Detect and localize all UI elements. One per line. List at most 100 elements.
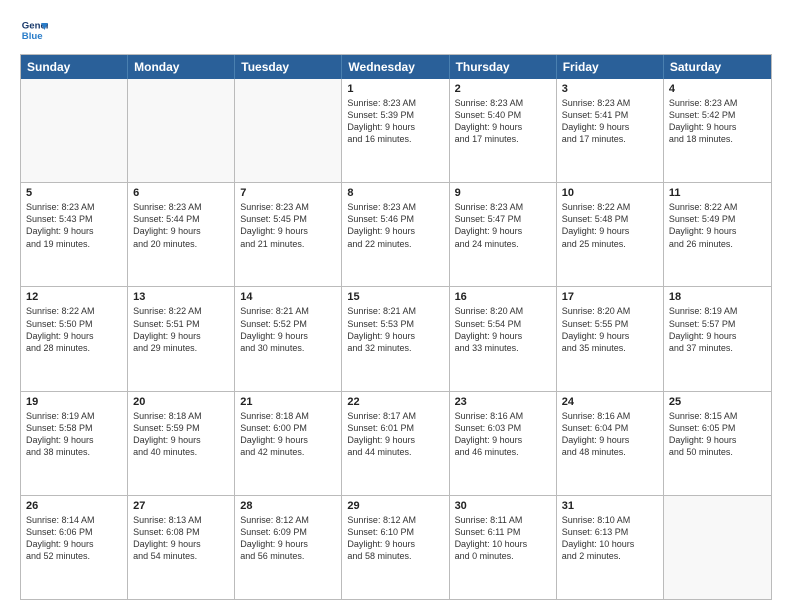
cell-text: Sunrise: 8:23 AM Sunset: 5:43 PM Dayligh… bbox=[26, 201, 122, 250]
weekday-header: Sunday bbox=[21, 55, 128, 79]
day-number: 12 bbox=[26, 291, 122, 303]
day-number: 23 bbox=[455, 396, 551, 408]
calendar-cell: 23 Sunrise: 8:16 AM Sunset: 6:03 PM Dayli… bbox=[450, 392, 557, 495]
day-number: 8 bbox=[347, 187, 443, 199]
day-number: 3 bbox=[562, 83, 658, 95]
calendar-cell bbox=[128, 79, 235, 182]
cell-text: Sunrise: 8:16 AM Sunset: 6:03 PM Dayligh… bbox=[455, 410, 551, 459]
cell-text: Sunrise: 8:20 AM Sunset: 5:55 PM Dayligh… bbox=[562, 305, 658, 354]
cell-text: Sunrise: 8:23 AM Sunset: 5:46 PM Dayligh… bbox=[347, 201, 443, 250]
calendar-cell: 20 Sunrise: 8:18 AM Sunset: 5:59 PM Dayli… bbox=[128, 392, 235, 495]
day-number: 22 bbox=[347, 396, 443, 408]
day-number: 29 bbox=[347, 500, 443, 512]
day-number: 5 bbox=[26, 187, 122, 199]
calendar-cell: 15 Sunrise: 8:21 AM Sunset: 5:53 PM Dayli… bbox=[342, 287, 449, 390]
calendar-cell: 24 Sunrise: 8:16 AM Sunset: 6:04 PM Dayli… bbox=[557, 392, 664, 495]
cell-text: Sunrise: 8:19 AM Sunset: 5:58 PM Dayligh… bbox=[26, 410, 122, 459]
day-number: 15 bbox=[347, 291, 443, 303]
day-number: 1 bbox=[347, 83, 443, 95]
day-number: 7 bbox=[240, 187, 336, 199]
weekday-header: Friday bbox=[557, 55, 664, 79]
calendar-cell: 9 Sunrise: 8:23 AM Sunset: 5:47 PM Daylig… bbox=[450, 183, 557, 286]
day-number: 24 bbox=[562, 396, 658, 408]
day-number: 31 bbox=[562, 500, 658, 512]
cell-text: Sunrise: 8:23 AM Sunset: 5:40 PM Dayligh… bbox=[455, 97, 551, 146]
calendar-cell: 12 Sunrise: 8:22 AM Sunset: 5:50 PM Dayli… bbox=[21, 287, 128, 390]
weekday-header: Tuesday bbox=[235, 55, 342, 79]
calendar-cell: 6 Sunrise: 8:23 AM Sunset: 5:44 PM Daylig… bbox=[128, 183, 235, 286]
weekday-header: Thursday bbox=[450, 55, 557, 79]
cell-text: Sunrise: 8:22 AM Sunset: 5:50 PM Dayligh… bbox=[26, 305, 122, 354]
cell-text: Sunrise: 8:12 AM Sunset: 6:10 PM Dayligh… bbox=[347, 514, 443, 563]
calendar-row: 12 Sunrise: 8:22 AM Sunset: 5:50 PM Dayli… bbox=[21, 286, 771, 390]
cell-text: Sunrise: 8:19 AM Sunset: 5:57 PM Dayligh… bbox=[669, 305, 766, 354]
day-number: 20 bbox=[133, 396, 229, 408]
cell-text: Sunrise: 8:23 AM Sunset: 5:47 PM Dayligh… bbox=[455, 201, 551, 250]
cell-text: Sunrise: 8:22 AM Sunset: 5:51 PM Dayligh… bbox=[133, 305, 229, 354]
cell-text: Sunrise: 8:21 AM Sunset: 5:53 PM Dayligh… bbox=[347, 305, 443, 354]
cell-text: Sunrise: 8:10 AM Sunset: 6:13 PM Dayligh… bbox=[562, 514, 658, 563]
logo: General Blue bbox=[20, 16, 48, 44]
weekday-header: Monday bbox=[128, 55, 235, 79]
cell-text: Sunrise: 8:16 AM Sunset: 6:04 PM Dayligh… bbox=[562, 410, 658, 459]
calendar-row: 26 Sunrise: 8:14 AM Sunset: 6:06 PM Dayli… bbox=[21, 495, 771, 599]
day-number: 10 bbox=[562, 187, 658, 199]
day-number: 30 bbox=[455, 500, 551, 512]
day-number: 25 bbox=[669, 396, 766, 408]
calendar-cell: 19 Sunrise: 8:19 AM Sunset: 5:58 PM Dayli… bbox=[21, 392, 128, 495]
calendar-cell: 4 Sunrise: 8:23 AM Sunset: 5:42 PM Daylig… bbox=[664, 79, 771, 182]
calendar-cell: 13 Sunrise: 8:22 AM Sunset: 5:51 PM Dayli… bbox=[128, 287, 235, 390]
cell-text: Sunrise: 8:18 AM Sunset: 5:59 PM Dayligh… bbox=[133, 410, 229, 459]
calendar-cell: 3 Sunrise: 8:23 AM Sunset: 5:41 PM Daylig… bbox=[557, 79, 664, 182]
day-number: 2 bbox=[455, 83, 551, 95]
calendar-cell bbox=[21, 79, 128, 182]
calendar-cell: 8 Sunrise: 8:23 AM Sunset: 5:46 PM Daylig… bbox=[342, 183, 449, 286]
weekday-header: Wednesday bbox=[342, 55, 449, 79]
cell-text: Sunrise: 8:23 AM Sunset: 5:45 PM Dayligh… bbox=[240, 201, 336, 250]
page-header: General Blue bbox=[20, 16, 772, 44]
calendar-cell: 25 Sunrise: 8:15 AM Sunset: 6:05 PM Dayli… bbox=[664, 392, 771, 495]
calendar-cell bbox=[235, 79, 342, 182]
day-number: 11 bbox=[669, 187, 766, 199]
calendar-cell: 1Sunrise: 8:23 AM Sunset: 5:39 PM Daylig… bbox=[342, 79, 449, 182]
calendar-cell: 27Sunrise: 8:13 AM Sunset: 6:08 PM Dayli… bbox=[128, 496, 235, 599]
cell-text: Sunrise: 8:23 AM Sunset: 5:41 PM Dayligh… bbox=[562, 97, 658, 146]
calendar-cell: 28Sunrise: 8:12 AM Sunset: 6:09 PM Dayli… bbox=[235, 496, 342, 599]
cell-text: Sunrise: 8:23 AM Sunset: 5:42 PM Dayligh… bbox=[669, 97, 766, 146]
day-number: 18 bbox=[669, 291, 766, 303]
calendar-row: 1Sunrise: 8:23 AM Sunset: 5:39 PM Daylig… bbox=[21, 79, 771, 182]
cell-text: Sunrise: 8:20 AM Sunset: 5:54 PM Dayligh… bbox=[455, 305, 551, 354]
day-number: 26 bbox=[26, 500, 122, 512]
day-number: 17 bbox=[562, 291, 658, 303]
svg-text:Blue: Blue bbox=[22, 31, 43, 42]
cell-text: Sunrise: 8:15 AM Sunset: 6:05 PM Dayligh… bbox=[669, 410, 766, 459]
day-number: 19 bbox=[26, 396, 122, 408]
cell-text: Sunrise: 8:18 AM Sunset: 6:00 PM Dayligh… bbox=[240, 410, 336, 459]
day-number: 14 bbox=[240, 291, 336, 303]
cell-text: Sunrise: 8:21 AM Sunset: 5:52 PM Dayligh… bbox=[240, 305, 336, 354]
calendar-cell bbox=[664, 496, 771, 599]
cell-text: Sunrise: 8:17 AM Sunset: 6:01 PM Dayligh… bbox=[347, 410, 443, 459]
cell-text: Sunrise: 8:12 AM Sunset: 6:09 PM Dayligh… bbox=[240, 514, 336, 563]
calendar-cell: 26 Sunrise: 8:14 AM Sunset: 6:06 PM Dayli… bbox=[21, 496, 128, 599]
calendar-cell: 21 Sunrise: 8:18 AM Sunset: 6:00 PM Dayli… bbox=[235, 392, 342, 495]
cell-text: Sunrise: 8:14 AM Sunset: 6:06 PM Dayligh… bbox=[26, 514, 122, 563]
calendar: SundayMondayTuesdayWednesdayThursdayFrid… bbox=[20, 54, 772, 600]
day-number: 27 bbox=[133, 500, 229, 512]
calendar-row: 19 Sunrise: 8:19 AM Sunset: 5:58 PM Dayli… bbox=[21, 391, 771, 495]
day-number: 9 bbox=[455, 187, 551, 199]
calendar-cell: 18 Sunrise: 8:19 AM Sunset: 5:57 PM Dayli… bbox=[664, 287, 771, 390]
day-number: 6 bbox=[133, 187, 229, 199]
calendar-cell: 31 Sunrise: 8:10 AM Sunset: 6:13 PM Dayli… bbox=[557, 496, 664, 599]
calendar-cell: 30 Sunrise: 8:11 AM Sunset: 6:11 PM Dayli… bbox=[450, 496, 557, 599]
calendar-cell: 14 Sunrise: 8:21 AM Sunset: 5:52 PM Dayli… bbox=[235, 287, 342, 390]
day-number: 4 bbox=[669, 83, 766, 95]
calendar-row: 5 Sunrise: 8:23 AM Sunset: 5:43 PM Daylig… bbox=[21, 182, 771, 286]
calendar-cell: 16Sunrise: 8:20 AM Sunset: 5:54 PM Dayli… bbox=[450, 287, 557, 390]
day-number: 13 bbox=[133, 291, 229, 303]
cell-text: Sunrise: 8:11 AM Sunset: 6:11 PM Dayligh… bbox=[455, 514, 551, 563]
day-number: 21 bbox=[240, 396, 336, 408]
weekday-header: Saturday bbox=[664, 55, 771, 79]
calendar-cell: 10Sunrise: 8:22 AM Sunset: 5:48 PM Dayli… bbox=[557, 183, 664, 286]
cell-text: Sunrise: 8:23 AM Sunset: 5:44 PM Dayligh… bbox=[133, 201, 229, 250]
